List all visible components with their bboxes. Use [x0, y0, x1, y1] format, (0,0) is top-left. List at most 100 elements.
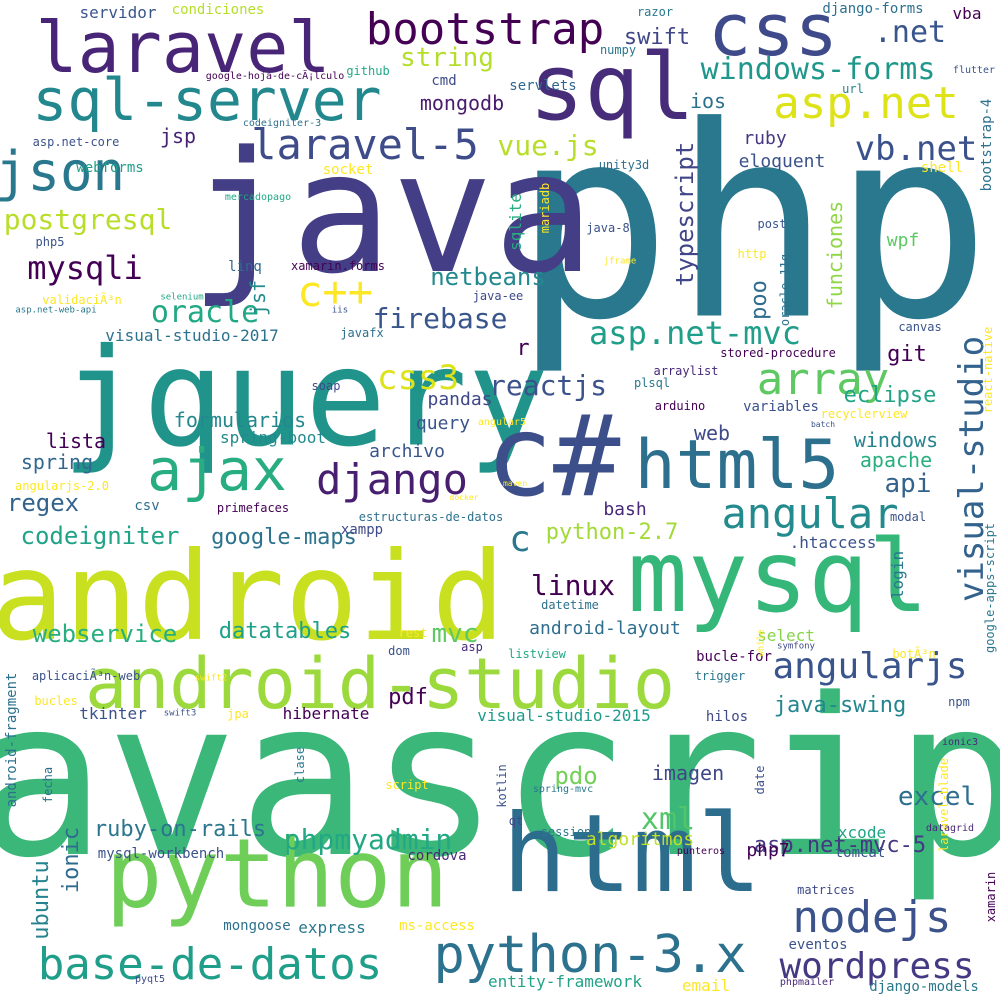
cloud-word: primefaces: [216, 501, 290, 515]
cloud-word: swift2: [194, 673, 228, 684]
cloud-word: archivo: [369, 441, 445, 462]
cloud-word: windows: [853, 428, 939, 452]
cloud-word: imagen: [651, 761, 725, 785]
cloud-word: github: [346, 64, 390, 78]
cloud-word: webservice: [32, 620, 178, 648]
cloud-word: fecha: [41, 766, 55, 804]
cloud-word: codeigniter-3: [242, 118, 322, 129]
cloud-word: lista: [45, 429, 107, 453]
cloud-word: vba: [952, 4, 982, 23]
cloud-word: query: [415, 413, 471, 434]
cloud-word: recyclerview: [820, 407, 908, 421]
cloud-word: condiciones: [171, 2, 265, 18]
cloud-word: funciones: [823, 200, 847, 310]
cloud-word: jsf: [246, 279, 270, 317]
cloud-word: modal: [889, 510, 927, 524]
cloud-word: express: [298, 918, 366, 937]
cloud-word: servlets: [509, 78, 577, 94]
cloud-word: stored-procedure: [720, 346, 836, 360]
cloud-word: .net: [873, 15, 947, 50]
cloud-word: xamarin.forms: [291, 259, 385, 273]
cloud-word: listview: [508, 647, 566, 661]
cloud-word: matrices: [797, 883, 855, 897]
cloud-word: mercadopago: [224, 192, 292, 203]
cloud-word: ruby-on-rails: [93, 817, 267, 842]
cloud-word: ionic: [59, 826, 84, 894]
cloud-word: bucles: [34, 694, 78, 708]
cloud-word: webforms: [76, 160, 144, 176]
cloud-word: postgresql: [3, 203, 173, 236]
cloud-word: sqlite: [506, 193, 525, 251]
cloud-word: ios: [689, 89, 727, 113]
cloud-word: while: [756, 629, 767, 657]
cloud-word: ruby: [743, 128, 787, 149]
cloud-word: eloquent: [738, 151, 826, 172]
cloud-word: asp.net: [773, 78, 959, 129]
cloud-word: http: [737, 247, 767, 261]
cloud-word: ajax: [147, 436, 287, 504]
cloud-word: linux: [530, 569, 616, 602]
cloud-word: visual-studio-2015: [477, 706, 651, 725]
cloud-word: maven: [502, 479, 528, 488]
cloud-word: base-de-datos: [37, 939, 383, 990]
word-cloud: phpjavascriptjavajqueryandroidc#mysqlhtm…: [0, 0, 1000, 1000]
cloud-word: string: [400, 43, 494, 73]
cloud-word: entity-framework: [487, 972, 643, 991]
cloud-word: login: [888, 550, 907, 600]
cloud-word: django-forms: [822, 1, 924, 17]
cloud-word: nodejs: [792, 892, 952, 943]
cloud-word: plsql: [633, 376, 671, 390]
cloud-word: angular: [721, 489, 899, 538]
cloud-word: datatables: [218, 619, 352, 644]
cloud-word: django-models: [869, 979, 979, 995]
cloud-word: session: [540, 825, 592, 839]
cloud-word: google-hoja-de-cÃ¡lculo: [205, 71, 345, 82]
cloud-word: oracle-11g: [778, 253, 792, 327]
cloud-word: php5: [35, 235, 65, 249]
cloud-word: cordova: [407, 848, 467, 864]
cloud-word: android-fragment: [4, 672, 20, 808]
cloud-word: java-ee: [472, 289, 524, 303]
cloud-word: qt: [508, 814, 524, 828]
cloud-word: react-native: [981, 326, 995, 414]
cloud-word: spring-mvc: [532, 784, 594, 795]
cloud-word: api: [884, 469, 932, 499]
cloud-word: selenium: [160, 292, 204, 303]
cloud-word: windows-forms: [700, 52, 936, 87]
cloud-word: email: [681, 976, 731, 995]
cloud-word: angularjs-2.0: [15, 479, 109, 493]
cloud-word: soap: [311, 379, 341, 393]
cloud-word: javafx: [340, 326, 384, 340]
cloud-word: punteros: [676, 846, 726, 857]
cloud-word: socket: [322, 162, 374, 178]
cloud-word: date: [753, 765, 767, 795]
cloud-word: botÃ³n: [892, 647, 936, 661]
cloud-word: laravel-5: [251, 120, 479, 169]
cloud-word: r: [516, 336, 530, 361]
cloud-word: csv: [134, 498, 160, 514]
cloud-word: angular5: [477, 417, 527, 428]
cloud-word: numpy: [599, 43, 637, 57]
cloud-word: regex: [6, 489, 80, 517]
cloud-word: eclipse: [843, 383, 937, 408]
cloud-word: pandas: [427, 389, 493, 410]
cloud-word: arduino: [654, 399, 706, 413]
cloud-word: bootstrap-4: [979, 98, 995, 192]
cloud-word: firebase: [372, 302, 508, 335]
cloud-word: cmd: [431, 73, 457, 89]
cloud-word: datetime: [541, 598, 599, 612]
cloud-word: typescript: [671, 141, 699, 287]
cloud-word: asp: [461, 640, 483, 654]
cloud-word: url: [842, 82, 864, 96]
cloud-word: codeigniter: [20, 522, 180, 550]
cloud-word: datagrid: [925, 823, 975, 834]
cloud-word: jsp: [159, 124, 197, 148]
cloud-word: php7: [746, 840, 790, 861]
cloud-word: batch: [810, 420, 836, 429]
cloud-word: rest: [398, 626, 428, 640]
cloud-word: mariadb: [538, 182, 552, 234]
cloud-word: google-maps: [211, 525, 357, 550]
cloud-word: asp.net-web-api: [15, 305, 97, 316]
cloud-word: asp.net-core: [32, 135, 120, 149]
cloud-word: android-layout: [529, 618, 681, 639]
